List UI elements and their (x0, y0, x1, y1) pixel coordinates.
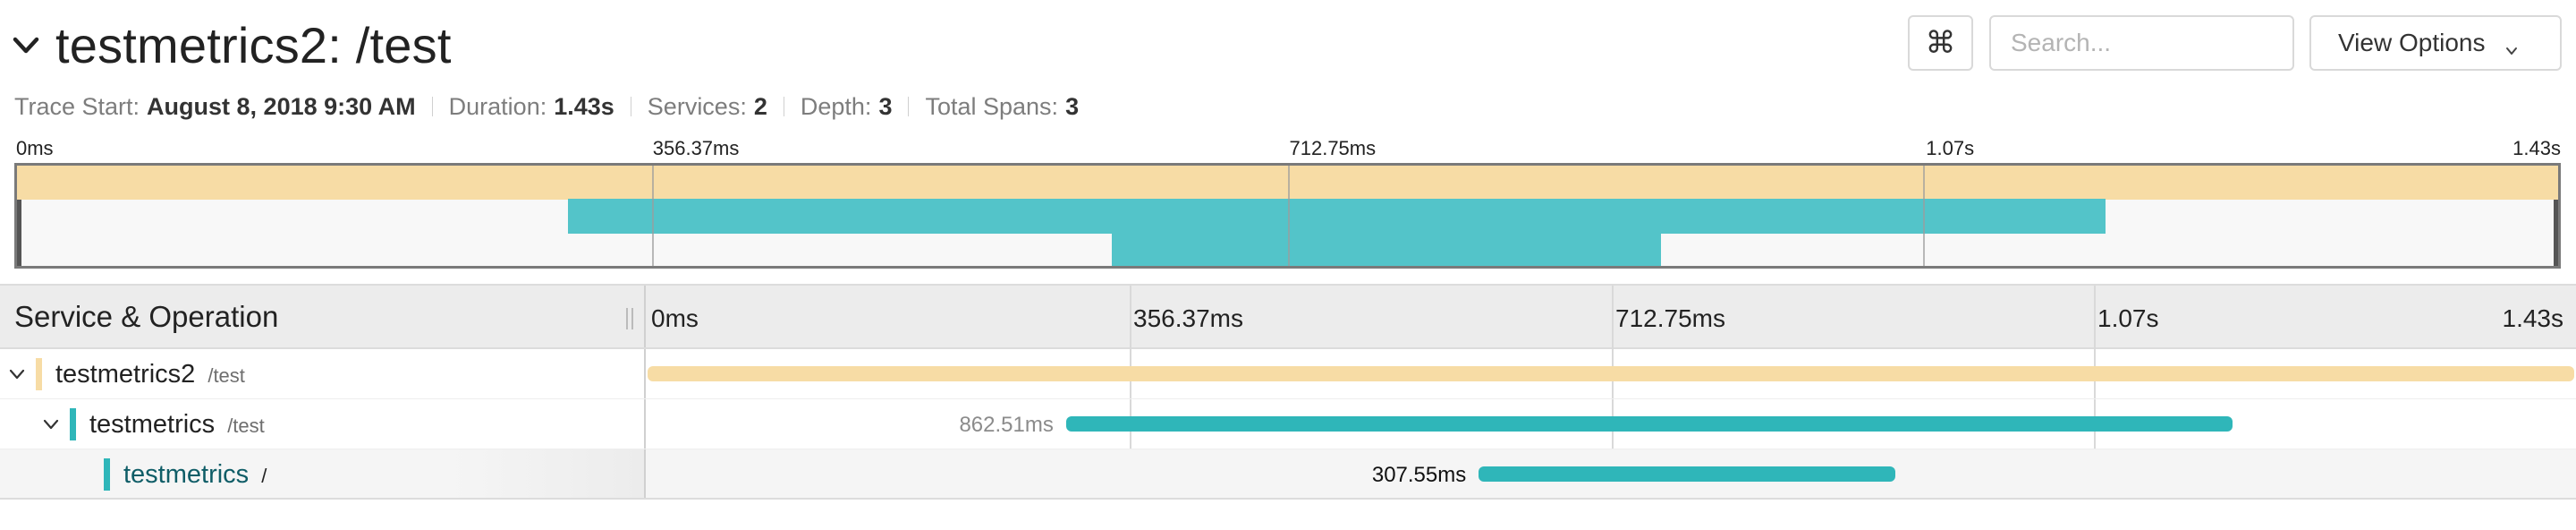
trace-services-value: 2 (753, 92, 767, 120)
trace-start: Trace Start: August 8, 2018 9:30 AM (14, 92, 416, 120)
divider (908, 97, 910, 116)
span-duration-bar[interactable] (648, 366, 2574, 381)
view-options-label: View Options (2338, 29, 2486, 56)
span-duration-bar[interactable] (1065, 416, 2233, 432)
keyboard-shortcuts-button[interactable]: ⌘ (1908, 15, 1973, 71)
span-row[interactable]: testmetrics / 307.55ms (0, 449, 2576, 500)
column-resizer[interactable] (626, 308, 633, 329)
span-duration-label: 307.55ms (1371, 463, 1467, 487)
search-input[interactable] (1989, 15, 2294, 71)
minimap-gridline (652, 166, 655, 266)
divider (431, 97, 433, 116)
chevron-down-icon (2504, 36, 2519, 55)
trace-total-spans-value: 3 (1065, 92, 1080, 120)
trace-title-row[interactable]: testmetrics2: /test (13, 13, 452, 77)
timeline-header: Service & Operation 0ms 356.37ms 712.75ms 1… (0, 284, 2576, 349)
minimap-gridline (1922, 166, 1925, 266)
timeline-tick-label: 1.43s (2502, 304, 2564, 332)
minimap-tick-label: 1.07s (1926, 137, 1975, 159)
trace-meta: Trace Start: August 8, 2018 9:30 AM Durat… (14, 91, 1079, 122)
service-name[interactable]: testmetrics2/test (55, 360, 245, 389)
span-row-name-column[interactable]: testmetrics2/test (0, 349, 646, 398)
timeline-tick-label: 356.37ms (1133, 304, 1243, 332)
minimap-span-bar (1112, 232, 1662, 266)
chevron-down-icon[interactable] (7, 364, 27, 384)
operation-label: / (261, 465, 267, 487)
service-label: testmetrics (123, 460, 250, 489)
timeline-tick-label: 1.07s (2097, 304, 2159, 332)
span-row-name-column[interactable]: testmetrics/test (0, 399, 646, 449)
operation-label: /test (227, 415, 265, 437)
trace-duration-value: 1.43s (554, 92, 614, 120)
minimap-tick-label: 712.75ms (1289, 137, 1377, 159)
chevron-down-icon[interactable] (13, 31, 39, 58)
span-duration-label: 862.51ms (959, 413, 1054, 437)
trace-depth: Depth: 3 (800, 92, 893, 120)
trace-title: testmetrics2: /test (55, 16, 452, 73)
trace-total-spans: Total Spans: 3 (925, 92, 1080, 120)
timeline-tick-label: 712.75ms (1615, 304, 1725, 332)
operation-label: /test (208, 364, 245, 387)
span-duration-bar[interactable] (1479, 466, 1895, 482)
service-label: testmetrics2 (55, 360, 196, 389)
service-name[interactable]: testmetrics / (123, 460, 267, 490)
column-header-service-operation: Service & Operation (0, 286, 646, 347)
command-key-icon: ⌘ (1925, 26, 1956, 60)
service-label: testmetrics (89, 410, 216, 439)
trace-duration: Duration: 1.43s (448, 92, 614, 120)
trace-services: Services: 2 (647, 92, 767, 120)
chevron-down-icon[interactable] (41, 415, 61, 434)
minimap-tick-label: 356.37ms (652, 137, 740, 159)
service-name[interactable]: testmetrics/test (89, 410, 265, 440)
span-row-name-column[interactable]: testmetrics / (0, 449, 646, 498)
trace-depth-value: 3 (878, 92, 893, 120)
service-color-marker (36, 358, 42, 390)
service-color-marker (70, 408, 76, 440)
minimap-span-bar (568, 199, 2106, 234)
span-row[interactable]: testmetrics2/test (0, 349, 2576, 399)
trace-start-value: August 8, 2018 9:30 AM (147, 92, 416, 120)
view-options-button[interactable]: View Options (2309, 15, 2562, 71)
minimap-tick-label: 0ms (16, 137, 54, 159)
span-row[interactable]: testmetrics/test 862.51ms (0, 399, 2576, 449)
minimap-gridline (1287, 166, 1290, 266)
service-color-marker (104, 458, 110, 491)
timeline-tick-label: 0ms (651, 304, 699, 332)
minimap-tick-label: 1.43s (2512, 137, 2561, 159)
trace-minimap[interactable] (14, 163, 2561, 269)
